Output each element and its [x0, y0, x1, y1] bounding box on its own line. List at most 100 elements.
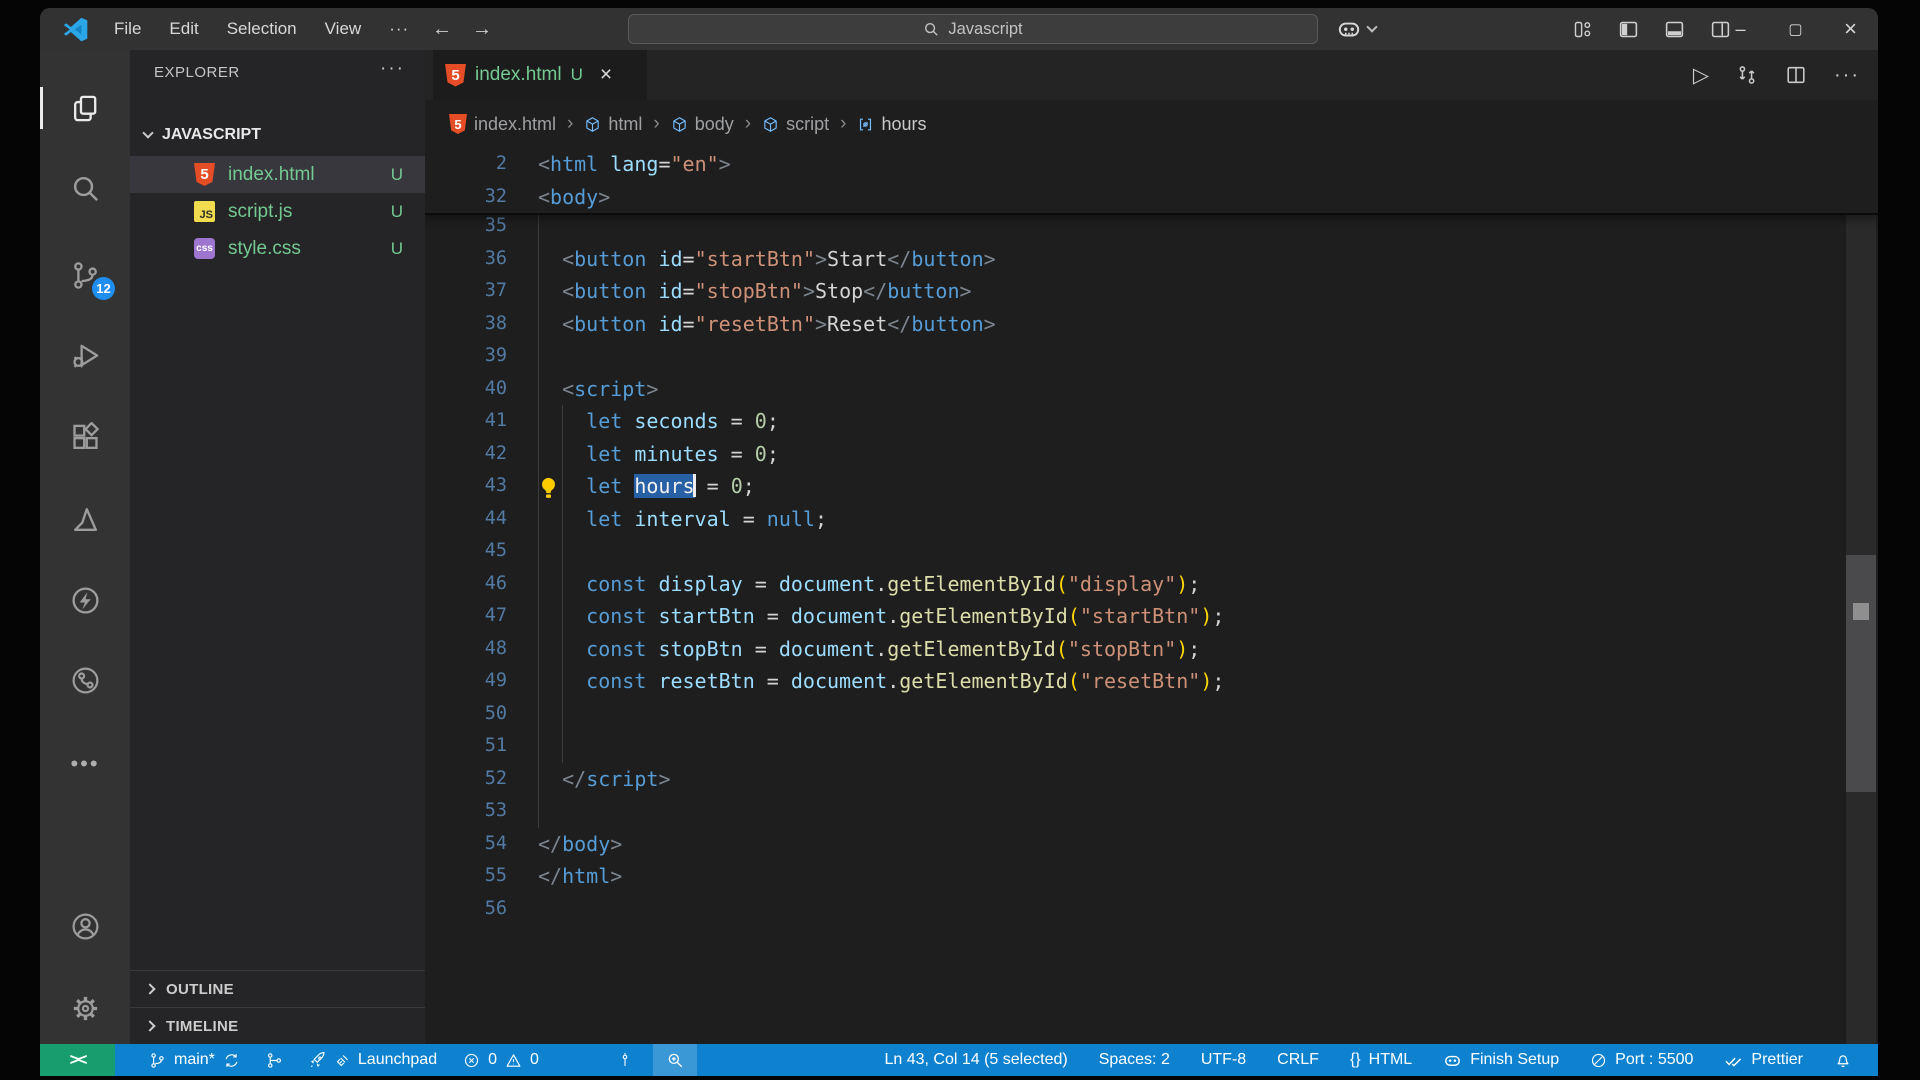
tab-close-icon[interactable]: ×	[600, 63, 612, 87]
line-number[interactable]: 37	[425, 275, 507, 308]
line-number[interactable]: 52	[425, 763, 507, 796]
code-line-45[interactable]: 45	[425, 535, 1878, 568]
breadcrumb-html[interactable]: html	[584, 114, 642, 135]
scrollbar-thumb[interactable]	[1846, 555, 1876, 792]
code-line-56[interactable]: 56	[425, 893, 1878, 926]
file-script.js[interactable]: JSscript.jsU	[130, 193, 425, 230]
line-number[interactable]: 41	[425, 405, 507, 438]
line-number[interactable]: 55	[425, 860, 507, 893]
line-number[interactable]: 54	[425, 828, 507, 861]
line-number[interactable]: 32	[425, 181, 507, 214]
explorer-icon[interactable]	[40, 83, 130, 133]
line-number[interactable]: 51	[425, 730, 507, 763]
breadcrumb-hours[interactable]: hours	[857, 114, 926, 135]
code-line-43[interactable]: 43 let hours = 0;	[425, 470, 1878, 503]
git-branch-status[interactable]: main*	[149, 1051, 240, 1069]
menu-more-icon[interactable]: ···	[377, 19, 421, 39]
line-number[interactable]: 38	[425, 308, 507, 341]
menu-view[interactable]: View	[313, 15, 374, 43]
code-line-2[interactable]: 2<html lang="en">	[425, 148, 1878, 181]
breadcrumb-body[interactable]: body	[671, 114, 734, 135]
code-line-55[interactable]: 55</html>	[425, 860, 1878, 893]
run-debug-icon[interactable]	[40, 330, 130, 380]
line-number[interactable]: 56	[425, 893, 507, 926]
code-line-50[interactable]: 50	[425, 698, 1878, 731]
command-center-search[interactable]: Javascript	[628, 14, 1318, 44]
minimize-button[interactable]: –	[1713, 8, 1768, 50]
split-editor-icon[interactable]	[1785, 64, 1807, 86]
open-changes-icon[interactable]	[1736, 64, 1758, 86]
code-line-44[interactable]: 44 let interval = null;	[425, 503, 1878, 536]
code-line-40[interactable]: 40 <script>	[425, 373, 1878, 406]
port-forward-status[interactable]	[617, 1052, 633, 1068]
menu-edit[interactable]: Edit	[157, 15, 210, 43]
back-icon[interactable]: ←	[432, 18, 452, 41]
indentation-status[interactable]: Spaces: 2	[1099, 1051, 1170, 1069]
run-preview-icon[interactable]: ▷	[1693, 63, 1709, 88]
code-line-49[interactable]: 49 const resetBtn = document.getElementB…	[425, 665, 1878, 698]
copilot-menu[interactable]	[1336, 8, 1376, 50]
extensions-icon[interactable]	[40, 412, 130, 462]
more-views-icon[interactable]: •••	[40, 739, 130, 789]
maximize-button[interactable]: ▢	[1768, 8, 1823, 50]
code-line-53[interactable]: 53	[425, 795, 1878, 828]
code-editor[interactable]: 3536 <button id="startBtn">Start</button…	[425, 148, 1878, 1044]
tab-index-html[interactable]: 5 index.html U ×	[433, 50, 647, 100]
line-number[interactable]: 50	[425, 698, 507, 731]
language-status[interactable]: {} HTML	[1350, 1051, 1412, 1069]
code-line-52[interactable]: 52 </script>	[425, 763, 1878, 796]
line-number[interactable]: 44	[425, 503, 507, 536]
breadcrumb-index-html[interactable]: 5index.html	[449, 114, 556, 135]
forward-icon[interactable]: →	[472, 18, 492, 41]
problems-status[interactable]: 0 0	[463, 1051, 539, 1069]
line-number[interactable]: 48	[425, 633, 507, 666]
line-number[interactable]: 40	[425, 373, 507, 406]
workspace-section-header[interactable]: JAVASCRIPT	[130, 118, 425, 152]
launchpad-status[interactable]: Launchpad	[309, 1051, 437, 1069]
breadcrumb-script[interactable]: script	[762, 114, 829, 135]
line-number[interactable]: 46	[425, 568, 507, 601]
search-icon[interactable]	[40, 163, 130, 213]
zoom-status[interactable]	[653, 1044, 697, 1076]
code-line-37[interactable]: 37 <button id="stopBtn">Stop</button>	[425, 275, 1878, 308]
extension-triangle-icon[interactable]	[40, 494, 130, 544]
toggle-panel-icon[interactable]	[1664, 19, 1685, 40]
eol-status[interactable]: CRLF	[1277, 1051, 1319, 1069]
remote-indicator[interactable]: ><	[40, 1044, 115, 1076]
file-style.css[interactable]: cssstyle.cssU	[130, 230, 425, 267]
settings-gear-icon[interactable]	[40, 983, 130, 1033]
explorer-more-icon[interactable]: ···	[380, 58, 405, 80]
line-number[interactable]: 39	[425, 340, 507, 373]
code-line-48[interactable]: 48 const stopBtn = document.getElementBy…	[425, 633, 1878, 666]
code-line-47[interactable]: 47 const startBtn = document.getElementB…	[425, 600, 1878, 633]
line-number[interactable]: 47	[425, 600, 507, 633]
git-graph-status[interactable]	[266, 1052, 283, 1069]
customize-layout-icon[interactable]	[1572, 19, 1593, 40]
code-line-38[interactable]: 38 <button id="resetBtn">Reset</button>	[425, 308, 1878, 341]
line-number[interactable]: 36	[425, 243, 507, 276]
line-number[interactable]: 53	[425, 795, 507, 828]
file-index.html[interactable]: 5index.htmlU	[130, 156, 425, 193]
timeline-panel-header[interactable]: TIMELINE	[130, 1007, 425, 1044]
cursor-position-status[interactable]: Ln 43, Col 14 (5 selected)	[884, 1051, 1067, 1069]
line-number[interactable]: 43	[425, 470, 507, 503]
encoding-status[interactable]: UTF-8	[1201, 1051, 1246, 1069]
menu-file[interactable]: File	[102, 15, 153, 43]
notifications-bell-icon[interactable]	[1834, 1051, 1852, 1069]
source-control-icon[interactable]: 12	[40, 250, 130, 300]
code-line-42[interactable]: 42 let minutes = 0;	[425, 438, 1878, 471]
live-server-port-status[interactable]: Port : 5500	[1590, 1051, 1693, 1069]
toggle-sidebar-icon[interactable]	[1618, 19, 1639, 40]
line-number[interactable]: 42	[425, 438, 507, 471]
copilot-setup-status[interactable]: Finish Setup	[1443, 1051, 1559, 1070]
code-line-51[interactable]: 51	[425, 730, 1878, 763]
code-line-54[interactable]: 54</body>	[425, 828, 1878, 861]
code-line-41[interactable]: 41 let seconds = 0;	[425, 405, 1878, 438]
line-number[interactable]: 49	[425, 665, 507, 698]
line-number[interactable]: 2	[425, 148, 507, 181]
close-button[interactable]: ×	[1823, 8, 1878, 50]
menu-selection[interactable]: Selection	[215, 15, 309, 43]
outline-panel-header[interactable]: OUTLINE	[130, 970, 425, 1007]
prettier-status[interactable]: Prettier	[1724, 1051, 1803, 1070]
gitlens-icon[interactable]	[40, 655, 130, 705]
